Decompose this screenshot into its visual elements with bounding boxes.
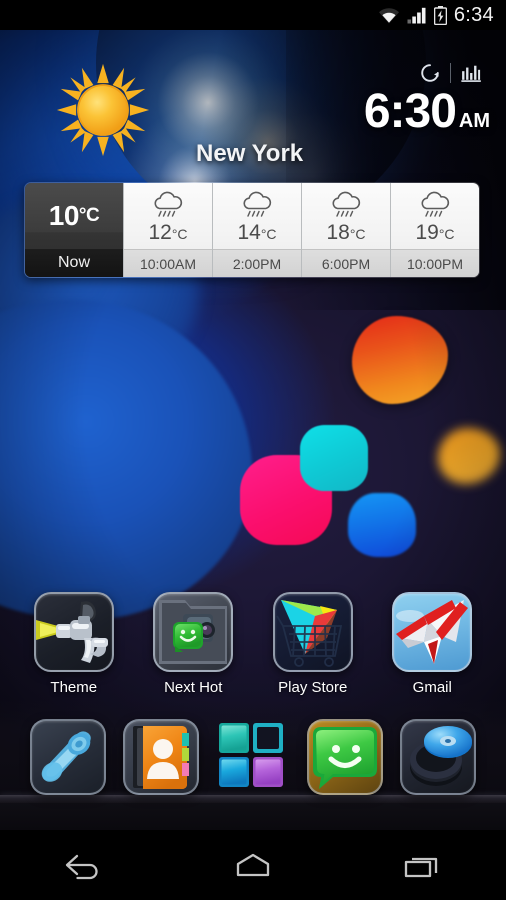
battery-charging-icon — [433, 5, 447, 25]
weather-forecast-temperature: 19°C — [415, 221, 454, 245]
shopping-cart-icon — [272, 592, 353, 672]
weather-forecast-temp-value: 14 — [237, 221, 261, 244]
home-icon — [236, 853, 270, 877]
app-item-next-hot[interactable]: Next Hot — [141, 592, 245, 696]
dock-item-phone[interactable] — [30, 719, 107, 795]
app-row: Theme Next Hot Play Store Gmail — [0, 592, 506, 702]
weather-forecast-temperature: 12°C — [148, 221, 187, 245]
clock-widget-controls — [298, 58, 498, 88]
app-label: Next Hot — [164, 679, 223, 696]
dock-item-music[interactable] — [399, 719, 476, 795]
contacts-book-icon — [122, 719, 199, 795]
rain-cloud-icon — [243, 191, 272, 217]
status-bar[interactable]: 6:34 — [0, 0, 506, 30]
weather-forecast-temperature: 18°C — [326, 221, 365, 245]
dock — [0, 716, 506, 798]
bar-chart-icon[interactable] — [460, 63, 482, 83]
weather-forecast-temp-unit: °C — [349, 226, 366, 242]
weather-forecast-cell[interactable]: 18°C 6:00PM — [301, 183, 390, 277]
weather-forecast-time: 6:00PM — [302, 249, 390, 277]
folder-icon — [153, 592, 234, 672]
clock-ampm: AM — [458, 110, 490, 132]
recents-icon — [404, 857, 437, 878]
clock-city-label: New York — [196, 140, 304, 167]
app-grid-icon — [218, 723, 283, 787]
clock-time-display: 6:30 AM — [298, 88, 498, 136]
rain-cloud-icon — [154, 191, 183, 217]
clock-widget[interactable]: 6:30 AM — [298, 58, 498, 136]
app-item-gmail[interactable]: Gmail — [380, 592, 484, 696]
weather-forecast-temp-unit: °C — [260, 226, 277, 242]
weather-forecast-cell[interactable]: 14°C 2:00PM — [212, 183, 301, 277]
cellular-signal-icon — [407, 7, 426, 23]
weather-forecast-time: 10:00AM — [124, 249, 212, 277]
weather-forecast-top: 12°C — [124, 183, 212, 249]
app-item-play-store[interactable]: Play Store — [261, 592, 365, 696]
dock-item-contacts[interactable] — [122, 719, 199, 795]
nav-home-button[interactable] — [207, 837, 299, 893]
weather-forecast-top: 18°C — [302, 183, 390, 249]
weather-forecast-top: 14°C — [213, 183, 301, 249]
weather-forecast-cell[interactable]: 19°C 10:00PM — [390, 183, 479, 277]
weather-forecast-time: 2:00PM — [213, 249, 301, 277]
navigation-bar — [0, 830, 506, 900]
status-bar-clock: 6:34 — [453, 3, 494, 26]
clock-hours-minutes: 6:30 — [363, 85, 457, 138]
smiley-message-icon — [307, 719, 384, 795]
weather-forecast-temp-value: 12 — [148, 221, 172, 244]
rain-cloud-icon — [421, 191, 450, 217]
nav-back-button[interactable] — [38, 837, 130, 893]
weather-forecast-top: 19°C — [391, 183, 479, 249]
back-arrow-icon — [66, 854, 98, 880]
refresh-icon[interactable] — [419, 62, 441, 84]
dock-item-messaging[interactable] — [307, 719, 384, 795]
paper-plane-icon — [392, 592, 473, 672]
app-label: Play Store — [278, 679, 348, 696]
weather-now-temperature: 10 °C — [25, 183, 123, 249]
phone-handset-icon — [30, 719, 107, 795]
nav-recents-button[interactable] — [376, 837, 468, 893]
weather-now-temp-value: 10 — [48, 200, 80, 231]
wifi-icon — [378, 7, 399, 23]
music-disc-icon — [399, 719, 476, 795]
weather-forecast-time: 10:00PM — [391, 249, 479, 277]
weather-widget[interactable]: 10 °C Now 12°C 10:00AM 14°C 2:00PM 18°C … — [24, 182, 480, 278]
weather-forecast-temp-value: 19 — [415, 221, 439, 244]
weather-now-panel[interactable]: 10 °C Now — [25, 183, 123, 277]
home-screen: 6:34 6:30 AM New York 10 °C Now 12°C 10:… — [0, 0, 506, 900]
rain-cloud-icon — [332, 191, 361, 217]
spray-gun-icon — [33, 592, 114, 672]
weather-forecast-temperature: 14°C — [237, 221, 276, 245]
sun-icon — [56, 63, 150, 157]
weather-forecast-temp-value: 18 — [326, 221, 350, 244]
weather-forecast-cell[interactable]: 12°C 10:00AM — [123, 183, 212, 277]
weather-forecast-temp-unit: °C — [438, 226, 455, 242]
app-label: Theme — [50, 679, 98, 696]
app-item-theme[interactable]: Theme — [22, 592, 126, 696]
weather-now-temp-unit: °C — [78, 205, 100, 226]
dock-item-app-drawer[interactable] — [215, 719, 291, 795]
controls-divider — [450, 63, 451, 83]
dock-shelf-base — [0, 803, 506, 830]
weather-forecast-temp-unit: °C — [171, 226, 188, 242]
app-label: Gmail — [412, 679, 452, 696]
weather-now-label: Now — [25, 249, 123, 277]
